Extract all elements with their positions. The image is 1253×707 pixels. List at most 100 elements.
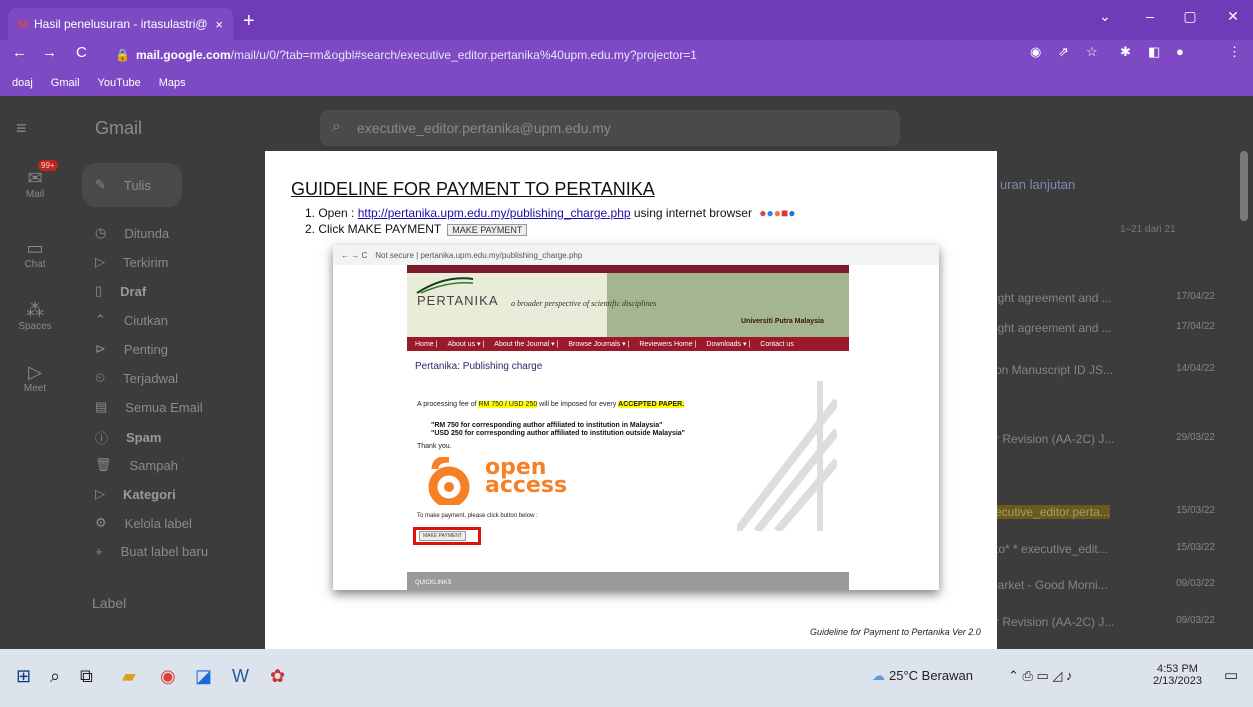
maximize-button[interactable]: ▢ [1175,8,1205,25]
step-1: 1. Open : http://pertanika.upm.edu.my/pu… [305,206,796,220]
search-input[interactable]: executive_editor.pertanika@upm.edu.my [357,120,611,136]
mail-row[interactable]: r Revision (AA-2C) J... 29/03/22 [995,432,1235,446]
chat-icon: ▭ [26,238,44,258]
quicklinks-label: QUICKLINKS [415,580,452,586]
nav-trash[interactable]: 🗑 Sampah [95,457,178,473]
eye-icon[interactable]: ◉ [1030,44,1041,60]
sidepanel-icon[interactable]: ◧ [1148,44,1160,60]
bookmark-maps[interactable]: Maps [159,77,186,89]
star-icon[interactable]: ☆ [1086,44,1098,60]
chevron-up-icon: ⌃ [95,312,106,327]
lock-icon: 🔒 [115,48,130,62]
nav-sent[interactable]: ▷ Terkirim [95,254,169,270]
thank-you-text: Thank you. [417,443,452,450]
extensions-icon[interactable]: ✱ [1120,44,1131,60]
bookmarks-bar: doaj Gmail YouTube Maps [0,70,1253,96]
windows-start-icon[interactable]: ⊞ [16,666,31,687]
mail-row[interactable]: to* * executive_edit... 15/03/22 [995,542,1235,556]
header-band [407,265,849,273]
profile-avatar[interactable]: ● [1176,44,1184,59]
bookmark-gmail[interactable]: Gmail [51,77,80,89]
address-bar[interactable]: 🔒 mail.google.com /mail/u/0/?tab=rm&ogbl… [105,44,965,66]
meet-icon: ▷ [28,362,42,382]
url-host: mail.google.com [135,48,231,62]
app-icon[interactable]: ✿ [270,666,285,687]
mail-row[interactable]: r Revision (AA-2C) J... 09/03/22 [995,615,1235,629]
file-explorer-icon[interactable]: ▰ [122,666,136,687]
browser-tab[interactable]: M Hasil penelusuran - irtasulastri@ × [8,8,233,40]
rail-mail[interactable]: ✉ Mail [0,168,70,200]
nav-new-label[interactable]: + Buat label baru [95,544,208,559]
notification-icon[interactable]: ▭ [1224,666,1238,684]
nav-all-mail[interactable]: ▤ Semua Email [95,399,203,415]
tab-search-icon[interactable]: ⌄ [1090,8,1120,25]
university-name: Universiti Putra Malaysia [741,318,824,325]
reload-icon[interactable]: C [76,44,87,61]
tab-close-icon[interactable]: × [215,17,223,32]
mail-row[interactable]: ight agreement and ... 17/04/22 [995,321,1235,335]
back-icon[interactable]: ← [12,44,27,61]
advanced-search-link[interactable]: uran lanjutan [1000,177,1075,192]
nav-drafts[interactable]: ▯ Draf [95,283,146,299]
tray-icons[interactable]: ⌃ ⎙ ▭ ◿ ♪ [1008,668,1073,684]
all-mail-icon: ▤ [95,399,108,414]
spaces-icon: ⁂ [26,300,44,320]
gmail-logo[interactable]: Gmail [95,118,142,139]
make-payment-sample-button: MAKE PAYMENT [447,224,528,236]
step-2: 2. Click MAKE PAYMENT MAKE PAYMENT [305,222,528,236]
share-icon[interactable]: ⇗ [1058,44,1069,60]
menu-icon[interactable]: ⋮ [1228,44,1241,60]
task-view-icon[interactable]: ⧉ [80,666,93,687]
document-preview: GUIDELINE FOR PAYMENT TO PERTANIKA 1. Op… [265,151,997,669]
nav-spam[interactable]: ⓘ Spam [95,428,161,447]
open-access-logo-icon [428,457,470,505]
fee-text: A processing fee of RM 750 / USD 250 wil… [417,401,685,408]
search-taskbar-icon[interactable]: ⌕ [50,666,60,687]
site-header: PERTANIKA a broader perspective of scien… [407,265,849,337]
new-tab-button[interactable]: + [243,10,255,33]
nav-scheduled[interactable]: ⏲ Terjadwal [95,370,178,386]
close-window-button[interactable]: ✕ [1218,8,1248,25]
site-page-title: Pertanika: Publishing charge [415,361,543,372]
nav-less[interactable]: ⌃ Ciutkan [95,312,168,328]
nav-important[interactable]: ⊳ Penting [95,341,168,357]
nav-categories[interactable]: ▷ Kategori [95,486,176,502]
mail-row[interactable]: on Manuscript ID JS... 14/04/22 [995,363,1235,377]
chrome-icon[interactable]: ◉ [160,666,176,687]
word-icon[interactable]: W [232,666,249,687]
rail-meet[interactable]: ▷ Meet [0,362,70,394]
scrollbar[interactable] [1240,151,1248,221]
remote-desktop-icon[interactable]: ◪ [195,666,212,687]
fee-note-malaysia: "RM 750 for corresponding author affilia… [431,422,663,429]
hamburger-icon[interactable]: ≡ [16,118,27,139]
label-icon: ▷ [95,486,105,501]
forward-icon[interactable]: → [42,44,57,61]
doc-title: GUIDELINE FOR PAYMENT TO PERTANIKA [291,179,655,199]
weather-widget[interactable]: ☁ 25°C Berawan [872,668,973,684]
make-payment-button-image: MAKE PAYMENT [419,531,466,541]
rail-chat[interactable]: ▭ Chat [0,238,70,270]
mail-row[interactable]: ight agreement and ... 17/04/22 [995,291,1235,305]
mail-row[interactable]: larket - Good Morni... 09/03/22 [995,578,1235,592]
browser-icons: ●●●■● [759,206,796,220]
bookmark-youtube[interactable]: YouTube [98,77,141,89]
publishing-charge-link[interactable]: http://pertanika.upm.edu.my/publishing_c… [358,206,631,220]
mail-row[interactable]: ecutive_editor.perta... 15/03/22 [995,505,1235,519]
site-nav: Home | About us ▾ | About the Journal ▾ … [407,337,849,351]
pager-text: 1–21 dari 21 [1120,224,1176,235]
labels-heading: Label [92,595,127,611]
nav-manage-labels[interactable]: ⚙ Kelola label [95,515,192,531]
taskbar-clock[interactable]: 4:53 PM 2/13/2023 [1153,663,1202,687]
cloud-icon: ☁ [872,668,885,683]
draft-icon: ▯ [95,283,103,298]
site-tagline: a broader perspective of scientific disc… [511,299,657,308]
website-screenshot: ← → C Not secure | pertanika.upm.edu.my/p… [333,245,939,590]
plus-icon: + [95,544,103,559]
rail-spaces[interactable]: ⁂ Spaces [0,300,70,332]
nav-snoozed[interactable]: ◷ Ditunda [95,225,169,241]
minimize-button[interactable]: – [1135,8,1165,24]
search-icon[interactable]: ⌕ [332,118,341,136]
gmail-favicon-icon: M [18,17,28,31]
doc-caption: Guideline for Payment to Pertanika Ver 2… [810,627,981,637]
bookmark-doaj[interactable]: doaj [12,77,33,89]
